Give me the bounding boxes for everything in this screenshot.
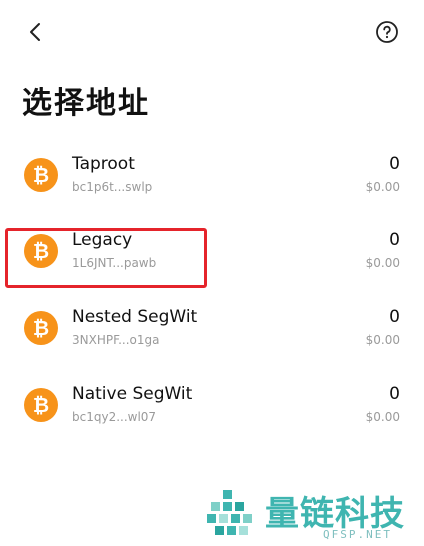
address-type-name: Taproot <box>72 154 135 174</box>
address-balance: 0 <box>389 230 400 250</box>
address-type-name: Nested SegWit <box>72 307 198 327</box>
watermark-subtext: QFSP.NET <box>323 528 392 541</box>
bitcoin-icon: ₿ <box>24 234 58 268</box>
chevron-left-icon <box>30 23 40 41</box>
address-short: 1L6JNT...pawb <box>72 256 157 270</box>
question-circle-icon <box>376 21 398 43</box>
bitcoin-icon: ₿ <box>24 311 58 345</box>
address-fiat-value: $0.00 <box>365 256 400 270</box>
back-button[interactable] <box>24 20 48 44</box>
address-short: bc1p6t...swlp <box>72 180 153 194</box>
bitcoin-icon: ₿ <box>24 158 58 192</box>
address-row-nested-segwit[interactable]: ₿ Nested SegWit 3NXHPF...o1ga 0 $0.00 <box>0 299 424 363</box>
address-fiat-value: $0.00 <box>365 180 400 194</box>
address-type-name: Native SegWit <box>72 384 193 404</box>
watermark-logo-icon <box>207 490 252 535</box>
help-button[interactable] <box>375 20 399 44</box>
address-row-taproot[interactable]: ₿ Taproot bc1p6t...swlp 0 $0.00 <box>0 146 424 210</box>
watermark: 量链科技 QFSP.NET <box>205 484 420 544</box>
address-type-name: Legacy <box>72 230 133 250</box>
address-balance: 0 <box>389 384 400 404</box>
address-balance: 0 <box>389 154 400 174</box>
bitcoin-icon: ₿ <box>24 388 58 422</box>
address-short: bc1qy2...wl07 <box>72 410 157 424</box>
address-fiat-value: $0.00 <box>365 333 400 347</box>
top-bar <box>0 0 424 64</box>
page-title: 选择地址 <box>22 86 150 121</box>
address-row-native-segwit[interactable]: ₿ Native SegWit bc1qy2...wl07 0 $0.00 <box>0 376 424 440</box>
address-balance: 0 <box>389 307 400 327</box>
address-row-legacy[interactable]: ₿ Legacy 1L6JNT...pawb 0 $0.00 <box>0 222 424 286</box>
address-short: 3NXHPF...o1ga <box>72 333 160 347</box>
address-fiat-value: $0.00 <box>365 410 400 424</box>
